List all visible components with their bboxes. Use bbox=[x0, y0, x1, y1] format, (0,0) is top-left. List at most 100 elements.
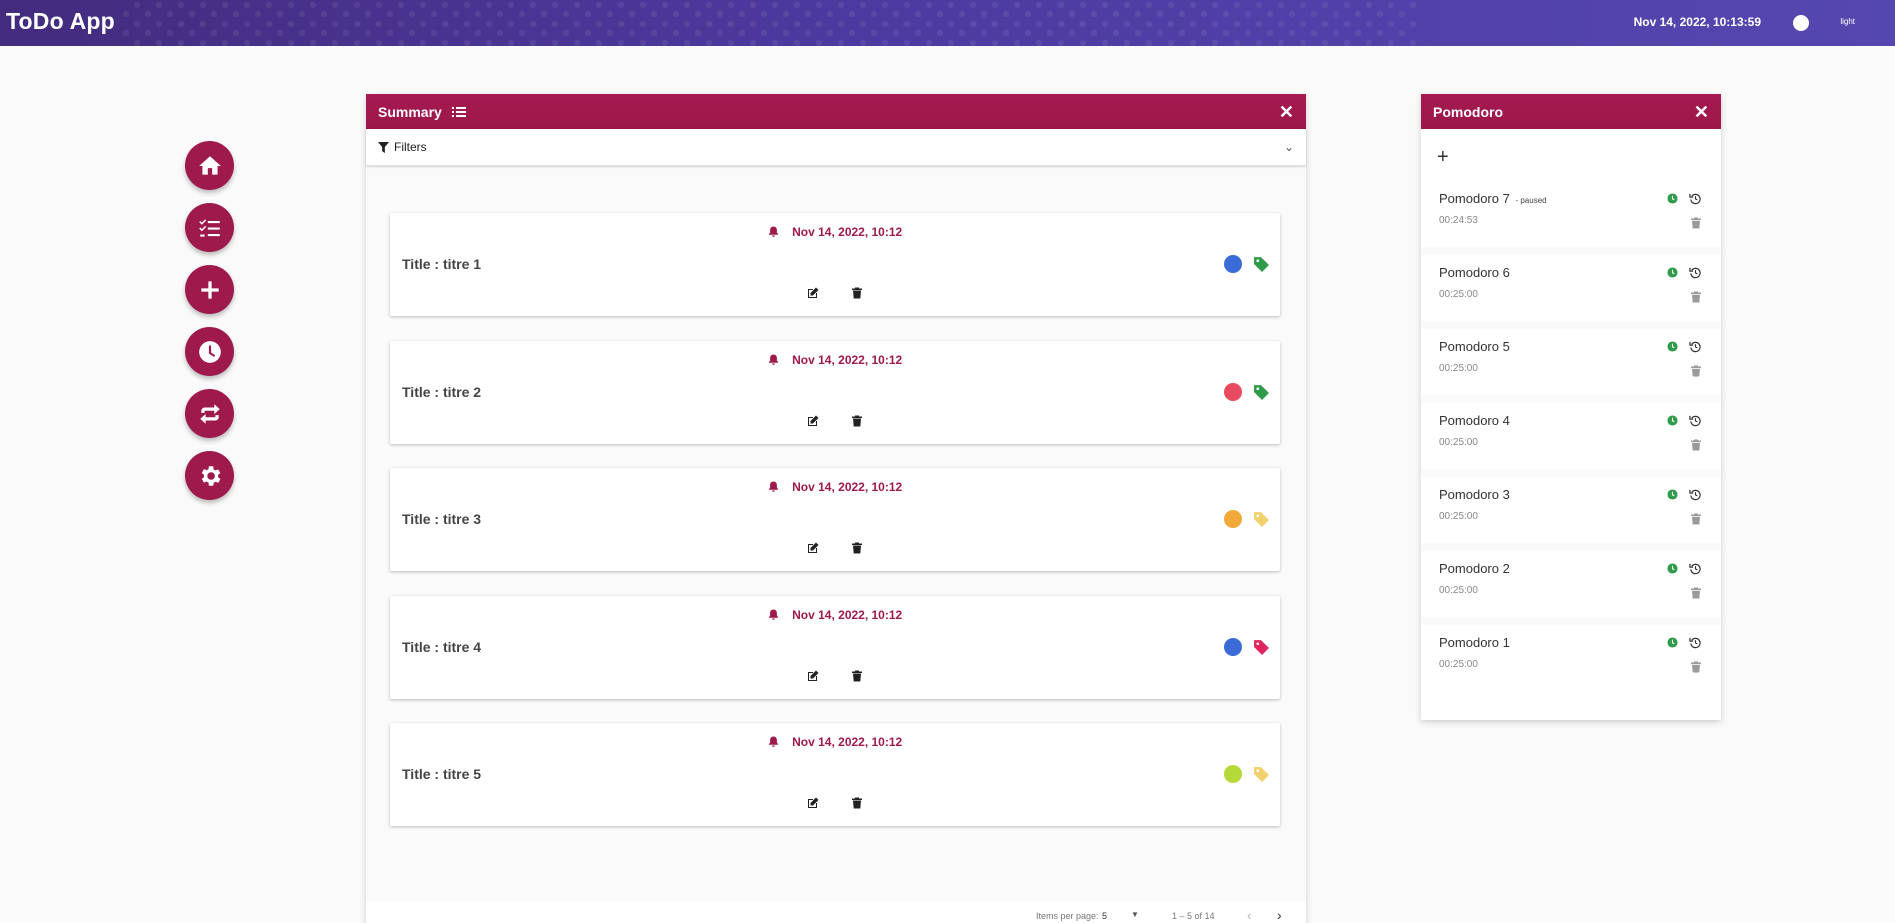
trash-icon[interactable] bbox=[1691, 587, 1701, 599]
pomodoro-label: Pomodoro 6 bbox=[1439, 265, 1510, 280]
bell-icon bbox=[768, 736, 778, 747]
pomodoro-label: Pomodoro 2 bbox=[1439, 561, 1510, 576]
task-color-dot bbox=[1224, 510, 1242, 528]
start-clock-icon[interactable] bbox=[1667, 489, 1678, 500]
task-actions bbox=[390, 286, 1280, 304]
start-clock-icon[interactable] bbox=[1667, 415, 1678, 426]
edit-button[interactable] bbox=[807, 541, 819, 553]
summary-panel: Summary ✕ Filters ⌄ Nov 14, 2022, 10:12 … bbox=[366, 94, 1306, 923]
trash-icon bbox=[852, 542, 863, 554]
tag-icon bbox=[1254, 767, 1269, 782]
reset-icon[interactable] bbox=[1689, 562, 1702, 575]
task-title: Title : titre 5 bbox=[402, 766, 482, 782]
bell-icon bbox=[768, 226, 778, 237]
start-clock-icon[interactable] bbox=[1667, 637, 1678, 648]
edit-button[interactable] bbox=[807, 414, 819, 426]
trash-icon bbox=[852, 287, 863, 299]
theme-label: light bbox=[1840, 17, 1855, 26]
nav-settings-button[interactable] bbox=[185, 451, 234, 500]
trash-icon bbox=[852, 797, 863, 809]
edit-button[interactable] bbox=[807, 286, 819, 298]
task-actions bbox=[390, 669, 1280, 687]
edit-button[interactable] bbox=[807, 796, 819, 808]
next-page-button[interactable]: › bbox=[1277, 907, 1282, 923]
reset-icon[interactable] bbox=[1689, 192, 1702, 205]
delete-button[interactable] bbox=[851, 414, 863, 426]
items-per-page-label: Items per page: bbox=[1036, 911, 1099, 921]
pomodoro-name: Pomodoro 2 bbox=[1439, 561, 1512, 576]
theme-toggle[interactable] bbox=[1793, 15, 1809, 31]
pomodoro-item: Pomodoro 4 00:25:00 bbox=[1421, 403, 1721, 469]
pomodoro-status: - paused bbox=[1515, 196, 1547, 205]
pomodoro-name: Pomodoro 7 - paused bbox=[1439, 191, 1547, 206]
items-per-page-select[interactable]: 5 bbox=[1102, 911, 1107, 921]
previous-page-button[interactable]: ‹ bbox=[1247, 907, 1252, 923]
pomodoro-name: Pomodoro 6 bbox=[1439, 265, 1512, 280]
delete-button[interactable] bbox=[851, 669, 863, 681]
trash-icon[interactable] bbox=[1691, 439, 1701, 451]
task-date: Nov 14, 2022, 10:12 bbox=[792, 480, 903, 494]
add-pomodoro-button[interactable]: + bbox=[1437, 146, 1449, 169]
edit-button[interactable] bbox=[807, 669, 819, 681]
nav-recurring-button[interactable] bbox=[185, 389, 234, 438]
checklist-icon bbox=[198, 218, 220, 237]
pomodoro-time: 00:24:53 bbox=[1439, 215, 1478, 226]
task-actions bbox=[390, 796, 1280, 814]
pomodoro-time: 00:25:00 bbox=[1439, 363, 1478, 374]
start-clock-icon[interactable] bbox=[1667, 341, 1678, 352]
task-actions bbox=[390, 414, 1280, 432]
trash-icon[interactable] bbox=[1691, 365, 1701, 377]
task-card: Nov 14, 2022, 10:12 Title : titre 1 bbox=[390, 213, 1280, 316]
edit-icon bbox=[807, 415, 819, 426]
reset-icon[interactable] bbox=[1689, 266, 1702, 279]
trash-icon bbox=[852, 415, 863, 426]
pomodoro-close-button[interactable]: ✕ bbox=[1694, 103, 1709, 121]
delete-button[interactable] bbox=[851, 286, 863, 299]
start-clock-icon[interactable] bbox=[1667, 563, 1678, 574]
paginator: Items per page: 5 ▼ 1 – 5 of 14 ‹ › bbox=[366, 901, 1306, 923]
nav-pomodoro-button[interactable] bbox=[185, 327, 234, 376]
summary-close-button[interactable]: ✕ bbox=[1279, 103, 1294, 121]
dropdown-arrow-icon[interactable]: ▼ bbox=[1131, 910, 1139, 919]
start-clock-icon[interactable] bbox=[1667, 267, 1678, 278]
pomodoro-name: Pomodoro 1 bbox=[1439, 635, 1512, 650]
pomodoro-panel: Pomodoro ✕ + Pomodoro 7 - paused 00:24:5… bbox=[1421, 94, 1721, 720]
reset-icon[interactable] bbox=[1689, 340, 1702, 353]
pomodoro-item: Pomodoro 7 - paused 00:24:53 bbox=[1421, 181, 1721, 247]
divider bbox=[1421, 321, 1721, 329]
nav-tasks-button[interactable] bbox=[185, 203, 234, 252]
task-date: Nov 14, 2022, 10:12 bbox=[792, 607, 903, 622]
delete-button[interactable] bbox=[851, 541, 863, 554]
tag-icon bbox=[1254, 639, 1269, 655]
tag-icon bbox=[1254, 257, 1269, 272]
start-clock-icon[interactable] bbox=[1667, 193, 1678, 204]
reset-icon[interactable] bbox=[1689, 414, 1702, 427]
trash-icon[interactable] bbox=[1691, 217, 1701, 229]
trash-icon[interactable] bbox=[1691, 661, 1701, 673]
filters-toggle[interactable]: Filters ⌄ bbox=[366, 129, 1306, 166]
trash-icon[interactable] bbox=[1691, 291, 1701, 303]
nav-home-button[interactable] bbox=[185, 141, 234, 190]
task-card: Nov 14, 2022, 10:12 Title : titre 5 bbox=[390, 723, 1280, 826]
filter-icon bbox=[378, 141, 389, 153]
clock-icon bbox=[198, 340, 221, 363]
reset-icon[interactable] bbox=[1689, 636, 1702, 649]
task-reminder: Nov 14, 2022, 10:12 bbox=[390, 225, 1280, 239]
page-range: 1 – 5 of 14 bbox=[1172, 911, 1215, 921]
reset-icon[interactable] bbox=[1689, 488, 1702, 501]
pomodoro-header: Pomodoro ✕ bbox=[1421, 94, 1721, 129]
delete-button[interactable] bbox=[851, 796, 863, 809]
chevron-down-icon: ⌄ bbox=[1283, 140, 1294, 154]
task-reminder: Nov 14, 2022, 10:12 bbox=[390, 480, 1280, 494]
task-reminder: Nov 14, 2022, 10:12 bbox=[390, 353, 1280, 367]
task-card: Nov 14, 2022, 10:12 Title : titre 3 bbox=[390, 468, 1280, 571]
pomodoro-title: Pomodoro bbox=[1433, 103, 1503, 120]
trash-icon[interactable] bbox=[1691, 513, 1701, 525]
nav-add-button[interactable] bbox=[185, 265, 234, 314]
bell-icon bbox=[768, 608, 778, 620]
edit-icon bbox=[807, 797, 819, 808]
header-pattern bbox=[120, 0, 1420, 46]
current-datetime: Nov 14, 2022, 10:13:59 bbox=[1633, 15, 1761, 29]
pomodoro-label: Pomodoro 3 bbox=[1439, 487, 1510, 502]
pomodoro-label: Pomodoro 7 bbox=[1439, 191, 1510, 206]
